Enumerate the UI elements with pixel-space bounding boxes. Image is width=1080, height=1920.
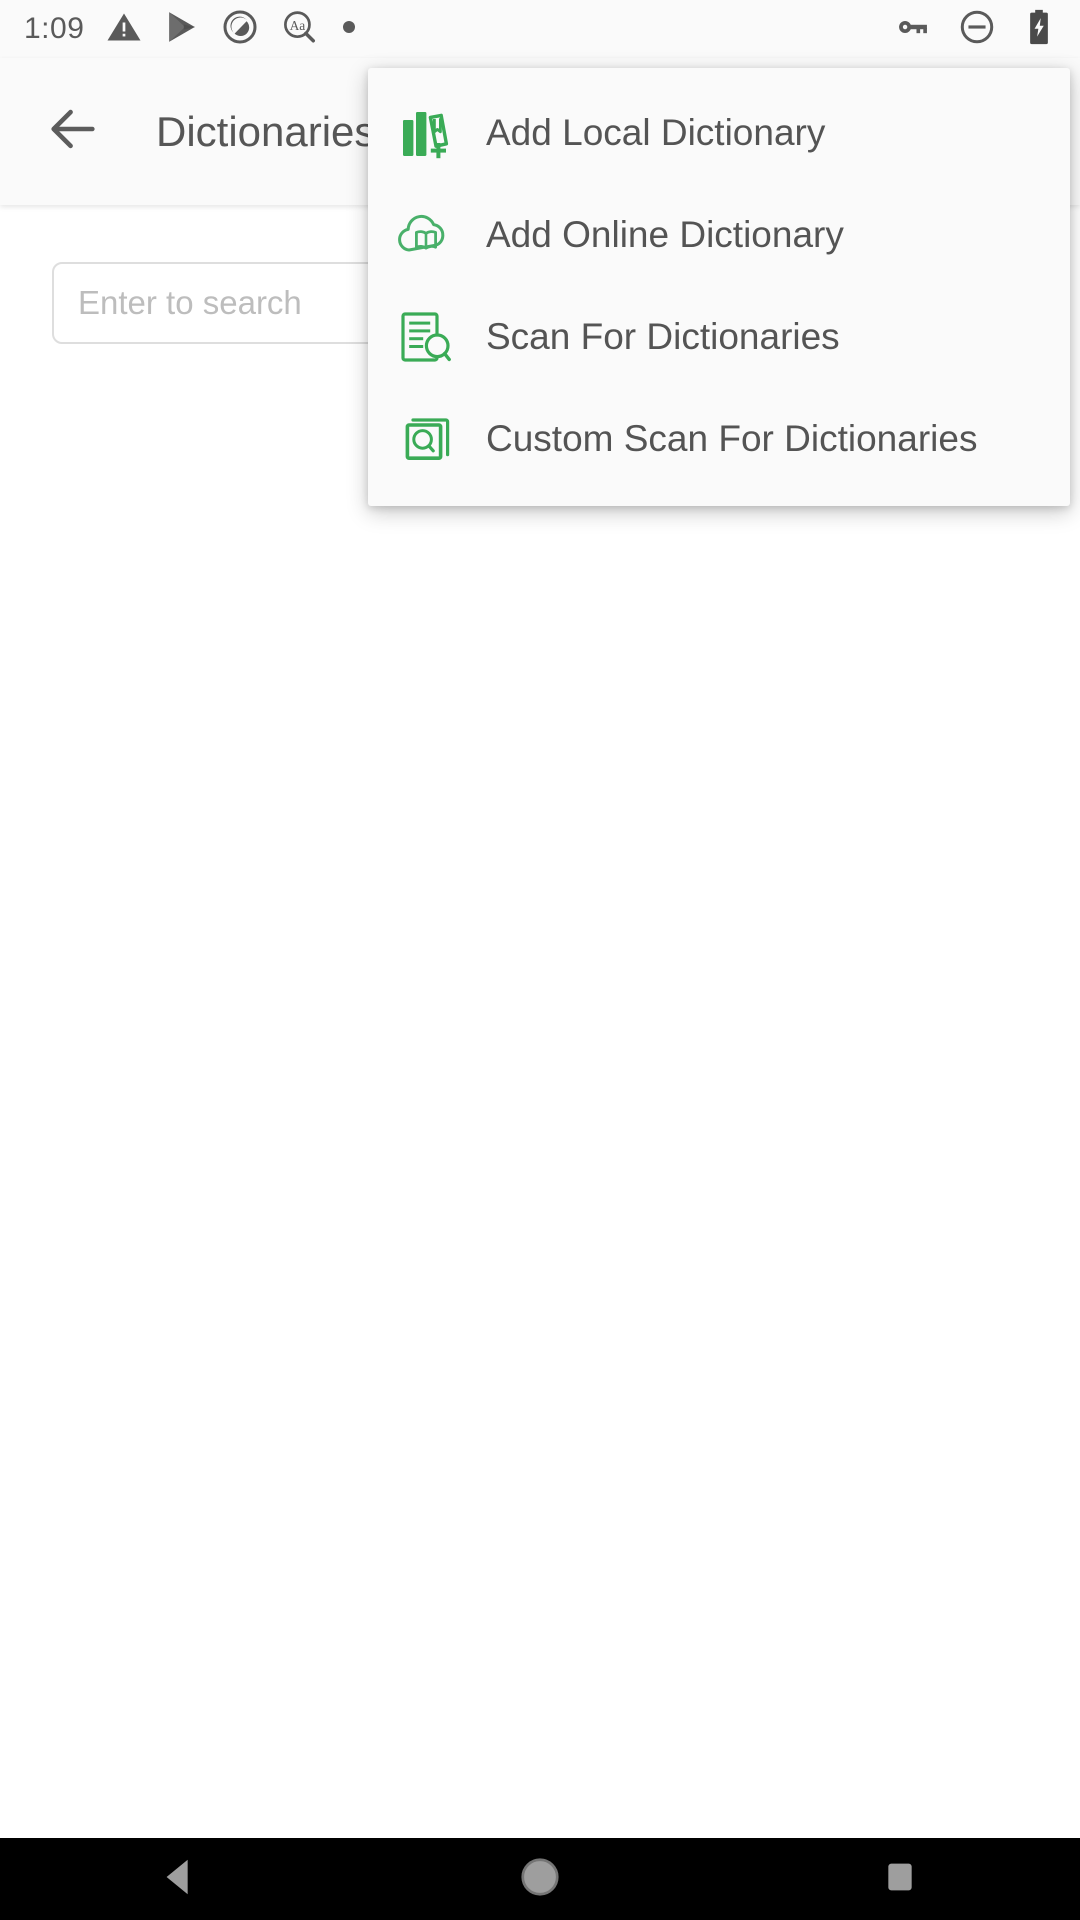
- add-local-dictionary-icon: [390, 97, 462, 169]
- page-title: Dictionaries: [156, 107, 376, 155]
- recents-nav-button[interactable]: [810, 1838, 990, 1920]
- home-nav-button[interactable]: [450, 1838, 630, 1920]
- menu-item-label: Scan For Dictionaries: [486, 316, 840, 357]
- battery-charging-icon: [1022, 8, 1056, 51]
- status-bar-left-group: 1:09 Aa: [24, 8, 358, 51]
- menu-item-scan-for-dictionaries[interactable]: Scan For Dictionaries: [368, 286, 1070, 388]
- arrow-left-icon: [44, 100, 102, 163]
- menu-item-add-local-dictionary[interactable]: Add Local Dictionary: [368, 82, 1070, 184]
- circle-slash-app-icon: [222, 9, 258, 50]
- back-navigation-button[interactable]: [18, 77, 128, 187]
- status-bar-right-group: [894, 8, 1056, 51]
- scan-for-dictionaries-icon: [390, 301, 462, 373]
- back-nav-button[interactable]: [90, 1838, 270, 1920]
- vpn-key-icon: [894, 8, 932, 51]
- menu-item-label: Custom Scan For Dictionaries: [486, 418, 978, 459]
- square-recents-icon: [880, 1857, 920, 1902]
- search-input-placeholder: Enter to search: [78, 284, 302, 321]
- menu-item-label: Add Local Dictionary: [486, 112, 826, 153]
- warning-triangle-icon: [106, 9, 142, 50]
- menu-item-custom-scan-for-dictionaries[interactable]: Custom Scan For Dictionaries: [368, 388, 1070, 490]
- phone-screen: 1:09 Aa Dictionaries Enter to search Add…: [0, 0, 1080, 1920]
- notification-dot-icon: [340, 18, 358, 41]
- add-online-dictionary-icon: [390, 199, 462, 271]
- android-navigation-bar: [0, 1838, 1080, 1920]
- overflow-popup-menu: Add Local Dictionary Add Online Dictiona…: [368, 68, 1070, 506]
- custom-scan-for-dictionaries-icon: [390, 403, 462, 475]
- menu-item-add-online-dictionary[interactable]: Add Online Dictionary: [368, 184, 1070, 286]
- do-not-disturb-icon: [958, 8, 996, 51]
- circle-home-icon: [517, 1854, 563, 1905]
- menu-item-label: Add Online Dictionary: [486, 214, 844, 255]
- triangle-back-icon: [157, 1854, 203, 1905]
- text-size-search-icon: Aa: [280, 8, 318, 51]
- status-bar-clock: 1:09: [24, 12, 85, 45]
- status-bar: 1:09 Aa: [0, 0, 1080, 58]
- svg-text:Aa: Aa: [290, 18, 306, 33]
- play-store-icon: [164, 9, 200, 50]
